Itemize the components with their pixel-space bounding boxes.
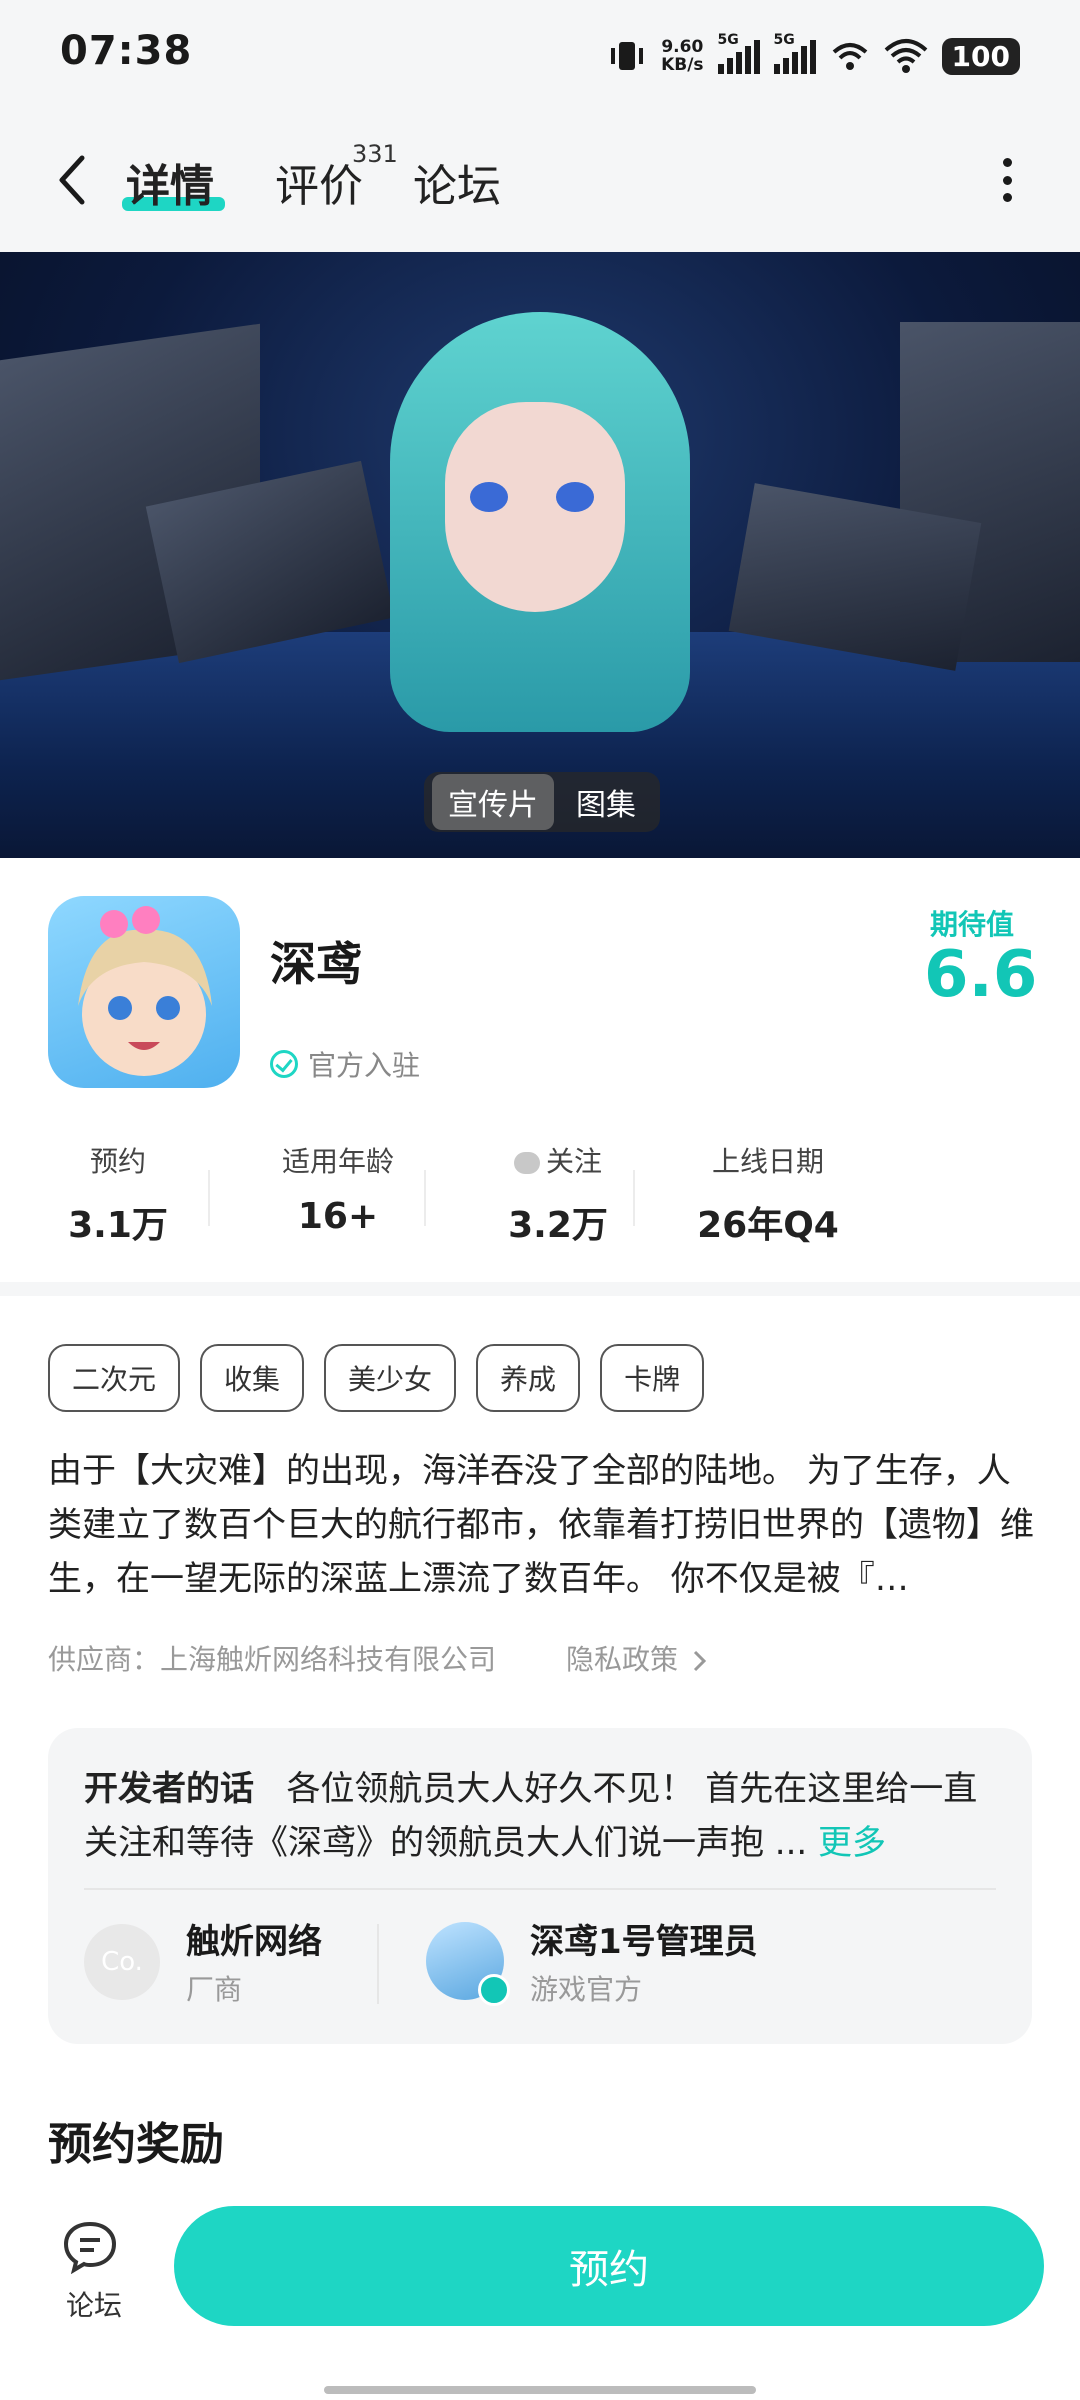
developer-note[interactable]: 开发者的话 各位领航员大人好久不见！ 首先在这里给一直关注和等待《深鸢》的领航员… (84, 1762, 984, 1870)
developer-note-label: 开发者的话 (84, 1769, 254, 1809)
stat-value: 26年Q4 (697, 1205, 839, 1246)
character-eye (470, 482, 508, 512)
heart-icon (513, 1152, 540, 1174)
wifi-plus-icon (832, 43, 867, 70)
developer-name[interactable]: 触炘网络 (186, 1914, 322, 1963)
developer-role: 厂商 (186, 1973, 243, 2006)
stat-label-row: 关注 (468, 1140, 648, 1180)
tag-list: 二次元 收集 美少女 养成 卡牌 (48, 1344, 705, 1412)
account-divider (377, 1924, 379, 2004)
game-icon-art (78, 906, 212, 1076)
reservation-rewards-title: 预约奖励 (48, 2119, 224, 2170)
tab-details[interactable]: 详情 (126, 150, 214, 214)
developer-avatar[interactable]: Co. (84, 1924, 160, 2000)
official-label: 官方入驻 (308, 1049, 421, 1082)
signal-icon: 5G (717, 32, 760, 74)
toggle-trailer[interactable]: 宣传片 (432, 774, 554, 830)
signal-icon: 5G (773, 32, 816, 74)
stat-divider (208, 1170, 210, 1226)
tag-chip[interactable]: 卡牌 (600, 1344, 705, 1412)
admin-role: 游戏官方 (530, 1973, 643, 2006)
section-separator (0, 1282, 1080, 1296)
net-speed-unit: KB/s (661, 55, 704, 75)
status-icons: 9.60 KB/s 5G 5G 100 (607, 30, 1020, 82)
expectation-label: 期待值 (930, 908, 1015, 941)
forum-label[interactable]: 论坛 (66, 2284, 122, 2324)
net-speed: 9.60 KB/s (661, 38, 703, 74)
stat-reservations: 预约 3.1万 (48, 1140, 188, 1248)
game-stats: 预约 3.1万 适用年龄 16+ 关注 3.2万 上线日期 26年Q4 (48, 1140, 1048, 1250)
official-badge: 官方入驻 (270, 1044, 420, 1084)
signal-label: 5G (773, 32, 795, 48)
card-divider (84, 1888, 996, 1890)
expectation-score: 6.6 (924, 938, 1038, 1012)
more-options-icon[interactable] (1000, 158, 1014, 202)
tag-chip[interactable]: 二次元 (48, 1344, 181, 1412)
privacy-policy-link[interactable]: 隐私政策 (566, 1638, 709, 1678)
more-link[interactable]: 更多 (818, 1823, 886, 1863)
tag-chip[interactable]: 养成 (476, 1344, 581, 1412)
character-face (445, 402, 625, 612)
back-arrow-icon[interactable] (52, 150, 92, 210)
reserve-button[interactable]: 预约 (174, 2206, 1044, 2326)
stat-value: 16+ (297, 1196, 379, 1237)
verified-check-icon (270, 1050, 298, 1078)
vibrate-icon (611, 42, 644, 70)
tab-reviews[interactable]: 评价 (275, 150, 363, 214)
net-speed-value: 9.60 (661, 37, 704, 57)
game-title: 深鸢 (270, 937, 362, 991)
status-time: 07:38 (60, 28, 193, 74)
chevron-right-icon (693, 1650, 707, 1672)
forum-icon[interactable] (60, 2218, 120, 2274)
wifi-icon (884, 39, 927, 73)
stat-label: 预约 (89, 1145, 146, 1178)
stat-label: 上线日期 (711, 1145, 824, 1178)
stat-divider (633, 1170, 635, 1226)
privacy-label: 隐私政策 (566, 1643, 679, 1676)
stat-divider (424, 1170, 426, 1226)
media-toggle: 宣传片 图集 (424, 772, 660, 832)
tag-chip[interactable]: 收集 (200, 1344, 305, 1412)
verified-badge-icon (478, 1974, 510, 2006)
game-icon (48, 896, 240, 1088)
supplier-info: 供应商：上海触炘网络科技有限公司 (48, 1643, 497, 1676)
stat-age-rating: 适用年龄 16+ (248, 1140, 428, 1237)
tag-chip[interactable]: 美少女 (324, 1344, 457, 1412)
stat-label: 关注 (545, 1145, 602, 1178)
promo-banner[interactable] (0, 252, 1080, 858)
tab-forum[interactable]: 论坛 (413, 150, 501, 214)
stat-value: 3.2万 (508, 1205, 608, 1246)
character-eye (556, 482, 594, 512)
battery-indicator: 100 (941, 37, 1020, 75)
stat-followers: 关注 3.2万 (468, 1140, 648, 1248)
admin-name[interactable]: 深鸢1号管理员 (530, 1914, 758, 1963)
stat-release-date: 上线日期 26年Q4 (668, 1140, 868, 1248)
game-description[interactable]: 由于【大灾难】的出现，海洋吞没了全部的陆地。 为了生存，人类建立了数百个巨大的航… (48, 1444, 1038, 1606)
stat-value: 3.1万 (68, 1205, 168, 1246)
toggle-gallery[interactable]: 图集 (560, 774, 652, 830)
home-indicator[interactable] (324, 2386, 756, 2394)
stat-label: 适用年龄 (281, 1145, 394, 1178)
reviews-count-badge: 331 (352, 140, 398, 168)
signal-label: 5G (717, 32, 739, 48)
